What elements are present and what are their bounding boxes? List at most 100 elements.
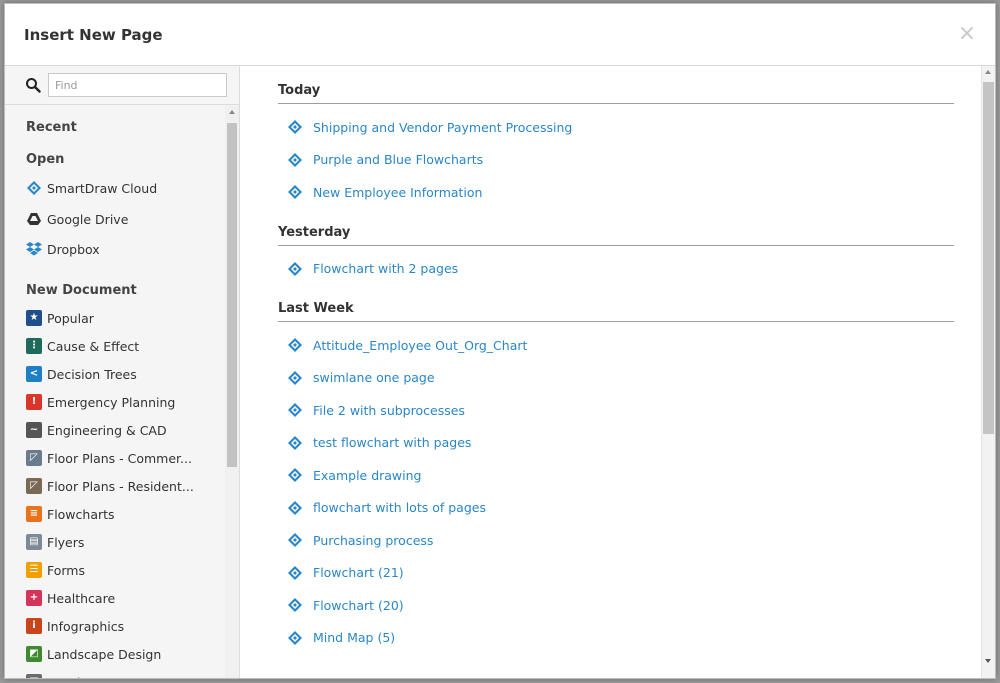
sidebar-item-star[interactable]: ★ Popular <box>26 307 94 329</box>
sidebar-item-floorplan-residential[interactable]: ◸ Floor Plans - Resident... <box>26 475 194 497</box>
document-link[interactable]: test flowchart with pages <box>287 433 471 453</box>
floorplan-commercial-icon: ◸ <box>26 450 42 466</box>
sidebar-item-label: Dropbox <box>47 241 100 257</box>
dialog-header: Insert New Page × <box>5 4 995 66</box>
sidebar-item-label: Healthcare <box>47 590 116 606</box>
sidebar-item-healthcare[interactable]: + Healthcare <box>26 587 115 609</box>
sidebar-item-label: Engineering & CAD <box>47 422 167 438</box>
healthcare-icon: + <box>26 590 42 606</box>
smartdraw-document-icon <box>288 403 302 417</box>
search-bar <box>5 66 239 105</box>
search-icon <box>26 78 41 93</box>
dialog-title: Insert New Page <box>24 26 163 44</box>
smartdraw-document-icon <box>288 152 302 167</box>
icon-glyph: i <box>32 620 36 631</box>
smartdraw-document-icon <box>288 338 302 352</box>
recent-heading[interactable]: Recent <box>26 120 77 135</box>
icon-glyph: + <box>29 592 39 603</box>
sidebar-item-label: Flowcharts <box>47 506 115 522</box>
icon-glyph: ≡ <box>29 508 39 519</box>
sidebar-item-flyer[interactable]: ▤ Flyers <box>26 531 84 553</box>
document-link[interactable]: swimlane one page <box>287 368 435 388</box>
document-link[interactable]: New Employee Information <box>287 182 482 202</box>
document-link[interactable]: Flowchart with 2 pages <box>287 259 458 279</box>
sidebar-item-engineering[interactable]: ~ Engineering & CAD <box>26 419 167 441</box>
landscape-icon: ◩ <box>26 646 42 662</box>
icon-glyph: ★ <box>29 312 39 323</box>
decision-tree-icon: < <box>26 366 42 382</box>
document-title: Shipping and Vendor Payment Processing <box>313 119 573 135</box>
document-link[interactable]: Flowchart (20) <box>287 595 404 615</box>
document-title: Purchasing process <box>313 532 434 548</box>
group-divider <box>278 103 954 104</box>
sidebar-scroll-up-arrow-icon[interactable] <box>229 110 235 114</box>
sidebar-item-cause-effect[interactable]: ⋮ Cause & Effect <box>26 335 139 357</box>
document-link[interactable]: Shipping and Vendor Payment Processing <box>287 117 572 137</box>
document-title: New Employee Information <box>313 184 483 200</box>
engineering-icon: ~ <box>26 422 42 438</box>
new-document-heading: New Document <box>26 283 137 298</box>
icon-glyph: < <box>29 368 39 379</box>
icon-glyph: ⋮ <box>29 340 39 351</box>
icon-glyph: ◸ <box>30 480 38 491</box>
infographics-icon: i <box>26 618 42 634</box>
emergency-icon: ! <box>26 394 42 410</box>
icon-glyph: ◸ <box>30 452 38 463</box>
sidebar-item-label: Forms <box>47 562 86 578</box>
smartdraw-document-icon <box>288 630 302 645</box>
icon-glyph: ◩ <box>29 648 39 659</box>
document-link[interactable]: Flowchart (21) <box>287 563 404 583</box>
open-heading: Open <box>26 152 65 167</box>
sidebar-item-label: SmartDraw Cloud <box>47 180 158 196</box>
close-icon[interactable]: × <box>957 22 977 46</box>
smartdraw-document-icon <box>288 120 302 134</box>
icon-glyph: ☰ <box>29 564 39 575</box>
icon-glyph: ! <box>31 396 37 407</box>
sidebar-item-forms[interactable]: ☰ Forms <box>26 559 85 581</box>
sidebar-item-floorplan-commercial[interactable]: ◸ Floor Plans - Commer... <box>26 447 192 469</box>
sidebar-item-dropbox[interactable]: Dropbox <box>26 238 100 260</box>
document-title: Flowchart (20) <box>313 597 404 613</box>
group-heading: Last Week <box>278 301 354 316</box>
smartdraw-document-icon <box>288 598 302 612</box>
group-divider <box>278 321 954 322</box>
sidebar-item-infographics[interactable]: i Infographics <box>26 615 124 637</box>
sidebar-item-landscape[interactable]: ◩ Landscape Design <box>26 643 161 665</box>
group-divider <box>278 244 954 246</box>
smartdraw-document-icon <box>288 261 302 276</box>
document-link[interactable]: Purchasing process <box>287 530 433 550</box>
dropbox-icon <box>26 242 42 256</box>
sidebar-item-emergency[interactable]: ! Emergency Planning <box>26 391 175 413</box>
document-link[interactable]: Purple and Blue Flowcharts <box>287 150 483 170</box>
document-link[interactable]: File 2 with subprocesses <box>287 400 465 420</box>
sidebar-item-google-drive[interactable]: Google Drive <box>26 208 128 230</box>
icon-glyph: ~ <box>29 424 39 435</box>
sidebar-item-smartdraw-cloud[interactable]: SmartDraw Cloud <box>26 177 157 199</box>
sidebar-scroll-thumb[interactable] <box>227 123 237 467</box>
flyer-icon: ▤ <box>26 534 42 550</box>
cause-effect-icon: ⋮ <box>26 338 42 354</box>
document-title: Flowchart with 2 pages <box>313 261 459 276</box>
google-drive-icon <box>27 213 41 225</box>
document-link[interactable]: Mind Map (5) <box>287 628 395 648</box>
sidebar-item-flowchart[interactable]: ≡ Flowcharts <box>26 503 115 525</box>
document-link[interactable]: Example drawing <box>287 465 422 485</box>
main-scroll-up-arrow-icon[interactable] <box>985 70 991 74</box>
document-title: Attitude_Employee Out_Org_Chart <box>313 337 528 353</box>
document-title: Purple and Blue Flowcharts <box>313 152 484 167</box>
sidebar-item-label: Google Drive <box>47 211 129 227</box>
document-link[interactable]: Attitude_Employee Out_Org_Chart <box>287 335 527 355</box>
main-scroll-thumb[interactable] <box>983 82 994 434</box>
smartdraw-document-icon <box>288 435 302 450</box>
sidebar-item-decision-tree[interactable]: < Decision Trees <box>26 363 137 385</box>
sidebar-item-legal[interactable]: ▦ Legal <box>26 671 81 678</box>
smartdraw-document-icon <box>288 565 302 580</box>
document-link[interactable]: flowchart with lots of pages <box>287 498 486 518</box>
document-title: Example drawing <box>313 467 422 483</box>
insert-page-dialog: Insert New Page × Recent Open SmartDraw … <box>4 3 996 679</box>
search-input[interactable] <box>48 73 227 97</box>
main-scroll-down-arrow-icon[interactable] <box>985 659 991 663</box>
flowchart-icon: ≡ <box>26 506 42 522</box>
sidebar-item-label: Popular <box>47 310 94 326</box>
smartdraw-document-icon <box>288 185 302 199</box>
